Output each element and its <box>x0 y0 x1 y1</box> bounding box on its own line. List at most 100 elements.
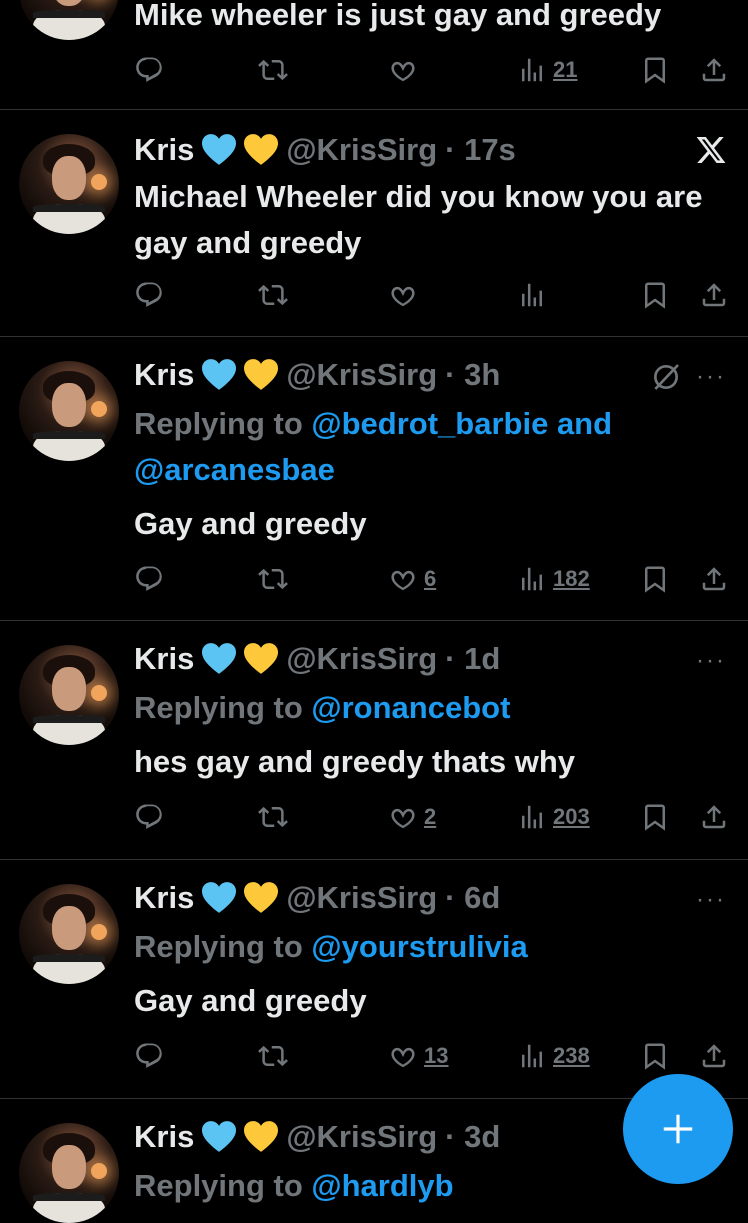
share-button[interactable] <box>699 50 729 90</box>
bookmark-button[interactable] <box>640 50 670 90</box>
compose-button[interactable] <box>623 1074 733 1184</box>
mention-link[interactable]: @hardlyb <box>311 1168 453 1203</box>
like-button[interactable]: 2 <box>388 797 436 837</box>
more-icon[interactable]: ··· <box>696 363 726 391</box>
views-button[interactable] <box>517 275 547 315</box>
timestamp[interactable]: · 3h <box>445 357 500 393</box>
reply-icon <box>134 564 164 594</box>
views-icon <box>517 280 547 310</box>
tweet-actions <box>134 275 734 315</box>
like-button[interactable] <box>388 50 418 90</box>
mention-link[interactable]: @yourstrulivia <box>311 929 527 964</box>
tweet-actions: 6 182 <box>134 559 734 599</box>
tweet-header: Kris @KrisSirg · 17s <box>134 130 516 170</box>
display-name[interactable]: Kris <box>134 1119 194 1155</box>
timestamp[interactable]: · 6d <box>445 880 500 916</box>
like-button[interactable]: 13 <box>388 1036 448 1076</box>
user-handle[interactable]: @KrisSirg <box>286 641 437 677</box>
retweet-button[interactable] <box>258 50 288 90</box>
avatar[interactable] <box>19 1123 119 1223</box>
retweet-button[interactable] <box>258 275 288 315</box>
retweet-icon <box>258 280 288 310</box>
tweet-actions: 21 <box>134 50 734 90</box>
tweet-header: Kris @KrisSirg · 3h <box>134 355 500 395</box>
tweet[interactable]: Kris @KrisSirg · 1d ··· Replying to @ron… <box>0 621 748 860</box>
avatar[interactable] <box>19 134 119 234</box>
bookmark-button[interactable] <box>640 275 670 315</box>
like-button[interactable] <box>388 275 418 315</box>
user-handle[interactable]: @KrisSirg <box>286 1119 437 1155</box>
like-button[interactable]: 6 <box>388 559 436 599</box>
timestamp[interactable]: · 3d <box>445 1119 500 1155</box>
like-icon <box>388 802 418 832</box>
views-count: 21 <box>553 57 578 82</box>
reply-button[interactable] <box>134 1036 164 1076</box>
replying-prefix: Replying to <box>134 929 312 964</box>
like-count: 13 <box>424 1043 449 1068</box>
replying-prefix: Replying to <box>134 690 312 725</box>
share-icon <box>699 55 729 85</box>
share-icon <box>699 802 729 832</box>
views-button[interactable]: 203 <box>517 797 590 837</box>
reply-icon <box>134 802 164 832</box>
views-button[interactable]: 21 <box>517 50 577 90</box>
reply-icon <box>134 1041 164 1071</box>
tweet-header: Kris @KrisSirg · 1d <box>134 639 500 679</box>
user-handle[interactable]: @KrisSirg <box>286 132 437 168</box>
tweet-actions: 13 238 <box>134 1036 734 1076</box>
avatar[interactable] <box>19 361 119 461</box>
timestamp[interactable]: · 17s <box>445 132 516 168</box>
replying-to: Replying to @hardlyb <box>134 1163 724 1209</box>
share-icon <box>699 280 729 310</box>
grok-icon[interactable] <box>650 361 682 393</box>
tweet[interactable]: Kris @KrisSirg · 17s Michael Wheeler did… <box>0 110 748 337</box>
share-button[interactable] <box>699 797 729 837</box>
like-icon <box>388 564 418 594</box>
bookmark-icon <box>640 564 670 594</box>
timeline-feed: Mike wheeler is just gay and greedy 21 K… <box>0 0 748 1223</box>
reply-button[interactable] <box>134 50 164 90</box>
mention-link[interactable]: @arcanesbae <box>134 452 335 487</box>
mention-link[interactable]: @bedrot_barbie <box>311 406 548 441</box>
display-name[interactable]: Kris <box>134 357 194 393</box>
more-icon[interactable]: ··· <box>696 886 726 914</box>
views-icon <box>517 564 547 594</box>
display-name[interactable]: Kris <box>134 880 194 916</box>
bookmark-button[interactable] <box>640 1036 670 1076</box>
yellow-heart-icon <box>244 643 278 675</box>
share-button[interactable] <box>699 275 729 315</box>
tweet[interactable]: Mike wheeler is just gay and greedy 21 <box>0 0 748 110</box>
more-icon[interactable]: ··· <box>696 647 726 675</box>
display-name[interactable]: Kris <box>134 132 194 168</box>
avatar[interactable] <box>19 645 119 745</box>
mention-link[interactable]: @ronancebot <box>311 690 510 725</box>
retweet-button[interactable] <box>258 559 288 599</box>
tweet[interactable]: Kris @KrisSirg · 3h ··· Replying to @bed… <box>0 337 748 621</box>
bookmark-icon <box>640 1041 670 1071</box>
tweet[interactable]: Kris @KrisSirg · 6d ··· Replying to @you… <box>0 860 748 1099</box>
reply-button[interactable] <box>134 797 164 837</box>
reply-icon <box>134 280 164 310</box>
display-name[interactable]: Kris <box>134 641 194 677</box>
tweet-text: Mike wheeler is just gay and greedy <box>134 0 662 32</box>
bookmark-button[interactable] <box>640 559 670 599</box>
share-button[interactable] <box>699 1036 729 1076</box>
avatar[interactable] <box>19 884 119 984</box>
user-handle[interactable]: @KrisSirg <box>286 880 437 916</box>
blue-heart-icon <box>202 643 236 675</box>
bookmark-button[interactable] <box>640 797 670 837</box>
retweet-button[interactable] <box>258 1036 288 1076</box>
user-handle[interactable]: @KrisSirg <box>286 357 437 393</box>
share-button[interactable] <box>699 559 729 599</box>
views-button[interactable]: 238 <box>517 1036 590 1076</box>
views-button[interactable]: 182 <box>517 559 590 599</box>
replying-prefix: Replying to <box>134 406 312 441</box>
tweet-actions: 2 203 <box>134 797 734 837</box>
reply-button[interactable] <box>134 559 164 599</box>
mention-and[interactable]: and <box>548 406 612 441</box>
timestamp[interactable]: · 1d <box>445 641 500 677</box>
retweet-button[interactable] <box>258 797 288 837</box>
tweet-text: Michael Wheeler did you know you are gay… <box>134 179 703 260</box>
reply-button[interactable] <box>134 275 164 315</box>
avatar[interactable] <box>19 0 119 40</box>
